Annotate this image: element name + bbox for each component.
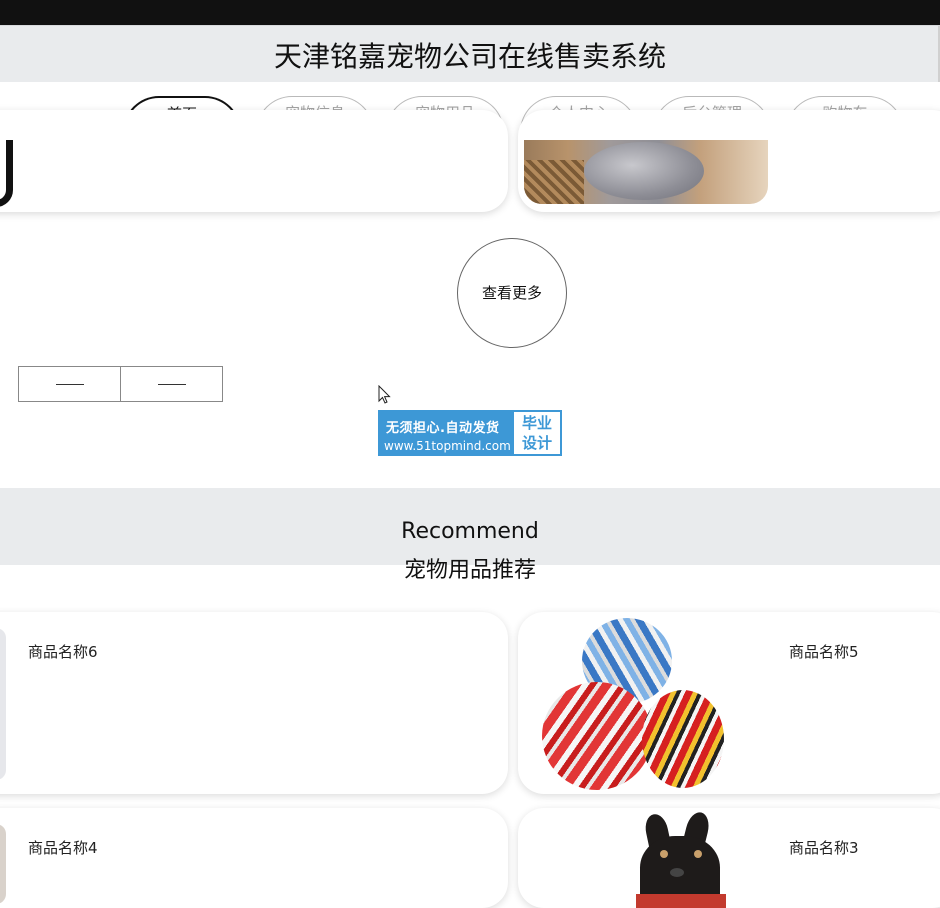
product-name: 商品名称4 [28,839,98,857]
pet-card-right[interactable] [518,110,940,212]
dash-icon [56,384,84,385]
pet-card-left[interactable] [0,110,508,212]
product-name: 商品名称3 [789,839,859,857]
badge-right: 毕业 设计 [514,412,560,454]
pet-card-image-fragment [0,140,13,207]
pager-prev-button[interactable] [19,367,120,401]
dash-icon [158,384,186,385]
product-name: 商品名称5 [789,643,859,661]
pet-photo [524,140,768,204]
view-more-button[interactable]: 查看更多 [457,238,567,348]
recommend-title-en: Recommend [401,519,539,544]
product-card[interactable]: 商品名称6 [0,612,508,794]
dog-image [636,809,726,908]
product-name: 商品名称6 [28,643,98,661]
basket-graphic [524,160,584,204]
product-image-fragment [0,824,6,904]
badge-right-line2: 设计 [521,434,552,452]
dog-nose [670,868,684,877]
rope-ball-multicolor [642,690,724,788]
badge-right-line1: 毕业 [521,414,552,432]
cat-graphic [584,142,704,200]
product-image-fragment [0,628,6,780]
rope-ball-red [542,682,652,790]
site-title: 天津铭嘉宠物公司在线售卖系统 [273,40,666,73]
product-card[interactable]: 商品名称4 [0,808,508,908]
pager [18,366,223,402]
badge-line1: 无须担心.自动发货 [386,421,500,436]
product-card[interactable]: 商品名称3 [518,808,940,908]
dog-eye [694,850,702,858]
window-topbar [0,0,940,25]
pager-next-button[interactable] [120,367,222,401]
badge-line2: www.51topmind.com [384,439,511,453]
watermark-badge: 无须担心.自动发货 www.51topmind.com 毕业 设计 [378,410,562,456]
rope-ball-toy-image [542,618,724,790]
mouse-cursor-icon [378,385,391,404]
dog-eye [660,850,668,858]
product-card[interactable]: 商品名称5 [518,612,940,794]
dog-collar [636,894,726,908]
recommend-title-cn: 宠物用品推荐 [403,558,536,583]
site-header: 天津铭嘉宠物公司在线售卖系统 [0,25,940,83]
